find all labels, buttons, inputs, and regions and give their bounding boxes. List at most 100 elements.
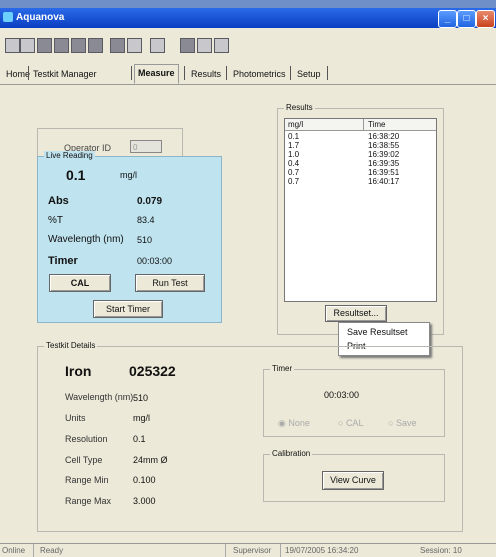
resultset-button[interactable]: Resultset... [325,305,387,322]
abs-label: Abs [48,195,69,207]
cell-time: 16:39:35 [368,159,400,168]
cell-mgl: 0.7 [288,177,300,186]
percent-t-value: 83.4 [137,215,155,225]
window-title: Aquanova [16,12,65,23]
field-label: Wavelength (nm) [65,392,134,402]
field-value: 3.000 [133,496,156,506]
column-divider [363,119,364,130]
maximize-button[interactable]: □ [457,10,476,28]
wavelength-label: Wavelength (nm) [48,234,124,245]
top-strip [0,0,496,8]
status-separator [225,544,226,557]
run-test-button[interactable]: Run Test [135,274,205,292]
percent-t-label: %T [48,215,63,226]
tab-separator [327,66,328,80]
cell-mgl: 0.4 [288,159,300,168]
radio-none[interactable]: ◉ None [278,418,310,429]
new-file-icon[interactable] [5,38,20,53]
timer-group-title: Timer [270,364,295,373]
tab-separator [290,66,291,80]
status-session: Session: 10 [420,546,462,555]
field-label: Resolution [65,434,108,444]
status-bar: Online Ready Supervisor 19/07/2005 16:34… [0,543,496,557]
grid-icon[interactable] [54,38,69,53]
field-value: 24mm Ø [133,455,168,465]
copy-icon[interactable] [150,38,165,53]
field-label: Units [65,413,86,423]
status-separator [280,544,281,557]
cell-mgl: 0.7 [288,168,300,177]
preview-icon[interactable] [127,38,142,53]
cell-time: 16:40:17 [368,177,400,186]
cell-time: 16:38:55 [368,141,400,150]
status-separator [33,544,34,557]
field-value: 0.100 [133,475,156,485]
status-user: Supervisor [233,546,272,555]
cell-mgl: 0.1 [288,132,300,141]
radio-none-label: None [288,418,310,428]
tab-measure[interactable]: Measure [134,64,179,84]
cell-time: 16:39:02 [368,150,400,159]
timer-group: Timer 00:03:00 ◉ None ○ CAL ○ Save [263,364,445,437]
results-table[interactable]: mg/l Time 0.1 16:38:20 1.7 16:38:55 1.0 16:… [284,118,437,302]
field-value: 510 [133,393,149,403]
cell-time: 16:38:20 [368,132,400,141]
live-reading-panel: Live Reading 0.1 mg/l Abs 0.079 %T 83.4 … [37,151,222,323]
timer-display: 00:03:00 [324,390,360,400]
undo-icon[interactable] [20,38,35,53]
print-icon[interactable] [110,38,125,53]
tab-separator [131,66,132,80]
status-datetime: 19/07/2005 16:34:20 [285,546,359,555]
cell-mgl: 1.7 [288,141,300,150]
app-icon [3,12,13,22]
tab-photometrics[interactable]: Photometrics [233,66,286,82]
minimize-button[interactable]: _ [438,10,457,28]
results-title: Results [284,103,315,112]
reading-unit: mg/l [120,170,138,180]
view-curve-button[interactable]: View Curve [322,471,384,490]
field-value: mg/l [133,413,151,423]
results-header: mg/l Time [285,119,436,131]
field-label: Range Max [65,496,112,506]
radio-cal[interactable]: ○ CAL [338,418,363,428]
cell-time: 16:39:51 [368,168,400,177]
abs-value: 0.079 [137,196,163,207]
help-icon[interactable] [214,38,229,53]
timer-label: Timer [48,255,78,267]
column-header-time: Time [368,120,386,129]
close-button[interactable]: × [476,10,495,28]
status-online: Online [2,546,26,555]
grid-icon[interactable] [71,38,86,53]
title-bar: Aquanova _ □ × [0,8,496,28]
grid-icon[interactable] [180,38,195,53]
grid-icon[interactable] [88,38,103,53]
field-label: Cell Type [65,455,103,465]
radio-cal-label: CAL [345,418,364,428]
tab-separator [226,66,227,80]
menu-item-save-resultset[interactable]: Save Resultset [347,327,408,337]
tab-separator [184,66,185,80]
tab-bar: Home Testkit Manager Measure Results Pho… [0,58,496,85]
grid-icon[interactable] [37,38,52,53]
toolbar [0,28,496,58]
calibration-group: Calibration View Curve [263,449,445,502]
tab-separator [28,66,29,80]
calibration-title: Calibration [270,449,313,458]
timer-value: 00:03:00 [137,256,173,266]
tab-results[interactable]: Results [191,66,221,82]
cell-mgl: 1.0 [288,150,300,159]
radio-save-label: Save [395,418,417,428]
cal-button[interactable]: CAL [49,274,111,292]
lightbulb-icon[interactable] [197,38,212,53]
column-header-mgl: mg/l [288,120,304,129]
testkit-code: 025322 [129,363,176,379]
tab-testkit-manager[interactable]: Testkit Manager [33,66,97,82]
start-timer-button[interactable]: Start Timer [93,300,163,318]
operator-id-input[interactable]: 0 [130,140,162,153]
radio-save[interactable]: ○ Save [388,418,416,428]
live-reading-title: Live Reading [44,151,95,160]
tab-setup[interactable]: Setup [297,66,321,82]
testkit-details-title: Testkit Details [44,341,98,350]
tab-home[interactable]: Home [6,66,30,82]
reading-value: 0.1 [66,167,86,183]
